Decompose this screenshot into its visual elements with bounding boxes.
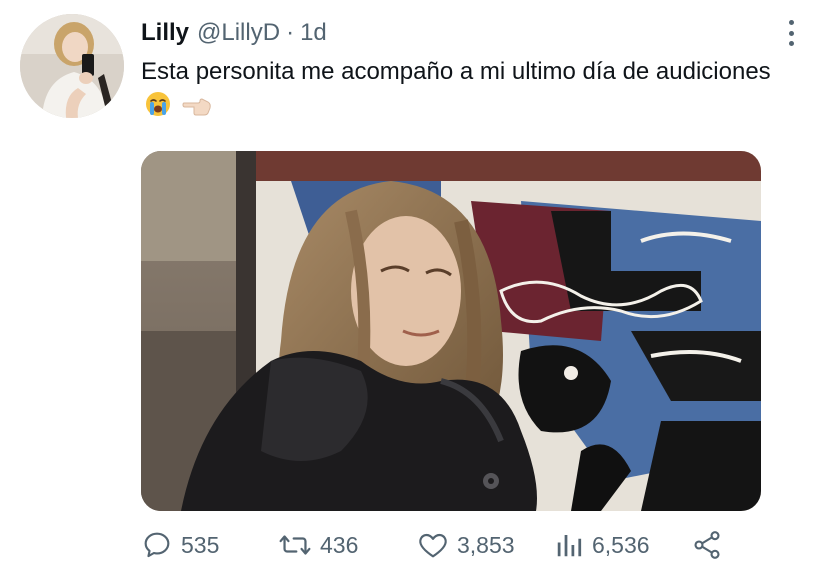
tweet-media-photo[interactable] bbox=[141, 151, 761, 511]
avatar-photo bbox=[20, 14, 124, 118]
user-handle[interactable]: @LillyD bbox=[197, 19, 280, 47]
share-icon bbox=[694, 531, 720, 559]
photo-image bbox=[141, 151, 761, 511]
retweet-arrows-icon bbox=[279, 535, 311, 555]
crying-face-emoji bbox=[145, 91, 171, 128]
more-vertical-icon[interactable] bbox=[784, 20, 798, 46]
reply-button[interactable]: 535 bbox=[141, 529, 278, 561]
display-name[interactable]: Lilly bbox=[141, 19, 189, 47]
share-button[interactable] bbox=[691, 529, 723, 561]
reply-count: 535 bbox=[181, 531, 220, 558]
separator-dot: · bbox=[286, 19, 295, 46]
tweet-text: Esta personita me acompaño a mi ultimo d… bbox=[141, 53, 781, 128]
tweet-body: Esta personita me acompaño a mi ultimo d… bbox=[141, 58, 771, 85]
retweet-count: 436 bbox=[320, 531, 359, 558]
views-button[interactable]: 6,536 bbox=[554, 530, 691, 560]
like-count: 3,853 bbox=[457, 531, 515, 558]
left-pointing-hand-emoji bbox=[182, 91, 212, 128]
timestamp[interactable]: 1d bbox=[300, 19, 327, 47]
retweet-button[interactable]: 436 bbox=[278, 529, 417, 561]
speech-bubble-icon bbox=[144, 532, 170, 558]
avatar[interactable] bbox=[20, 14, 124, 118]
like-button[interactable]: 3,853 bbox=[417, 529, 554, 561]
tweet-actions: 535 436 3,853 6,536 bbox=[141, 528, 723, 562]
views-count: 6,536 bbox=[592, 531, 650, 558]
bar-chart-icon bbox=[557, 535, 582, 557]
heart-icon bbox=[419, 533, 447, 558]
tweet-header: Lilly @LillyD · 1d bbox=[141, 19, 327, 49]
